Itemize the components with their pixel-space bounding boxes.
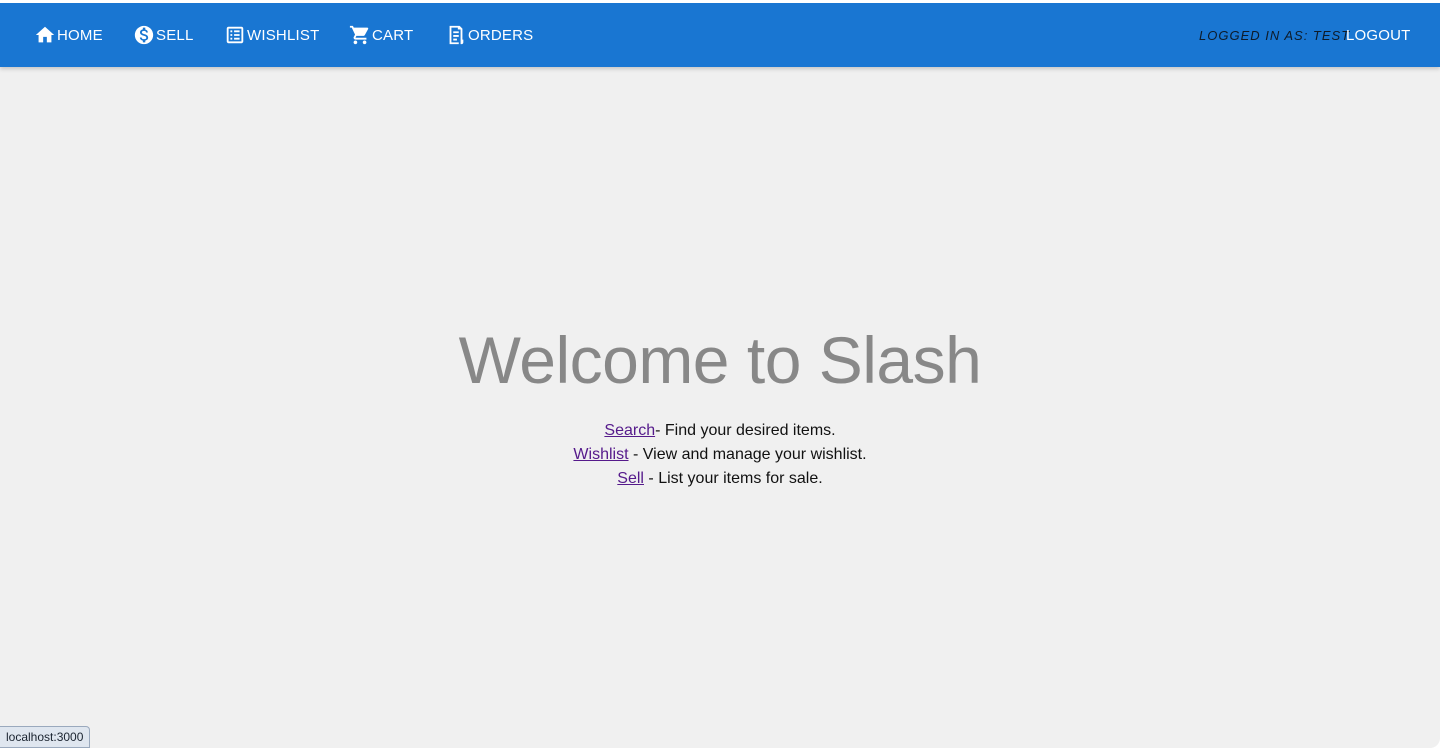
- feature-list: Search- Find your desired items. Wishlis…: [0, 419, 1440, 491]
- page-viewport: HOME SELL WISHLIST CART ORDERS LOGGED IN…: [0, 3, 1440, 748]
- feature-search: Search- Find your desired items.: [0, 419, 1440, 443]
- home-icon: [34, 24, 57, 46]
- nav-orders[interactable]: ORDERS: [445, 3, 533, 67]
- sell-link[interactable]: Sell: [617, 470, 644, 487]
- nav-sell[interactable]: SELL: [133, 3, 194, 67]
- feature-wishlist: Wishlist - View and manage your wishlist…: [0, 443, 1440, 467]
- nav-wishlist-label: WISHLIST: [247, 26, 320, 44]
- list-icon: [224, 24, 247, 46]
- feature-sell: Sell - List your items for sale.: [0, 467, 1440, 491]
- nav-home-label: HOME: [57, 26, 103, 44]
- wishlist-link[interactable]: Wishlist: [573, 446, 628, 463]
- status-bar-url: localhost:3000: [0, 726, 91, 748]
- dollar-circle-icon: [133, 24, 156, 46]
- nav-cart-label: CART: [372, 26, 414, 44]
- wishlist-description: - View and manage your wishlist.: [628, 446, 867, 463]
- nav-sell-label: SELL: [156, 26, 194, 44]
- browser-window: HOME SELL WISHLIST CART ORDERS LOGGED IN…: [0, 0, 1440, 749]
- cart-icon: [349, 24, 372, 46]
- search-description: - Find your desired items.: [655, 422, 836, 439]
- nav-home[interactable]: HOME: [34, 3, 103, 67]
- page-title: Welcome to Slash: [458, 323, 982, 397]
- nav-orders-label: ORDERS: [468, 26, 534, 44]
- nav-cart[interactable]: CART: [349, 3, 413, 67]
- logout-button[interactable]: LOGOUT: [1346, 3, 1411, 67]
- search-link[interactable]: Search: [604, 422, 655, 439]
- logged-in-user-text: LOGGED IN AS: TEST: [1199, 27, 1351, 43]
- nav-wishlist[interactable]: WISHLIST: [224, 3, 319, 67]
- receipt-icon: [445, 24, 468, 46]
- top-navbar: HOME SELL WISHLIST CART ORDERS LOGGED IN…: [0, 3, 1440, 67]
- sell-description: - List your items for sale.: [643, 470, 823, 487]
